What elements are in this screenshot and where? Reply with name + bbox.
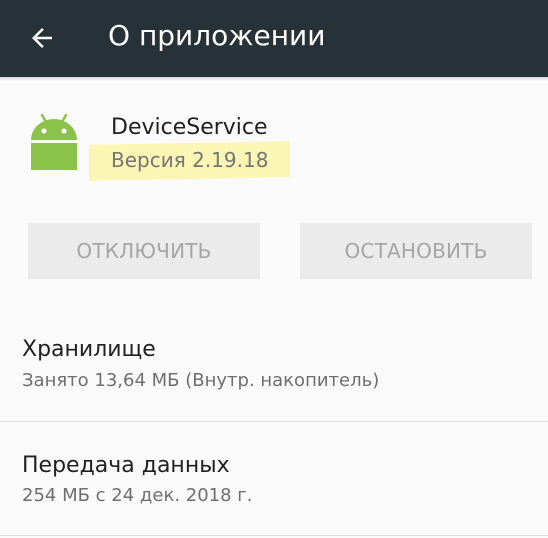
app-version: Версия 2.19.18 [111,148,269,172]
app-bar: О приложении [0,0,548,77]
storage-summary: Занято 13,64 МБ (Внутр. накопитель) [22,370,380,391]
disable-button[interactable]: ОТКЛЮЧИТЬ [28,223,260,279]
app-bar-shadow [0,77,548,81]
storage-title[interactable]: Хранилище [22,336,156,364]
data-usage-title[interactable]: Передача данных [22,452,230,480]
back-button[interactable] [18,14,66,62]
force-stop-button[interactable]: ОСТАНОВИТЬ [300,223,532,279]
arrow-back-icon [32,28,52,48]
app-name: DeviceService [111,115,268,140]
row-divider [0,421,548,422]
page-title: О приложении [108,19,326,52]
row-divider [0,535,548,536]
data-usage-summary: 254 МБ с 24 дек. 2018 г. [22,485,253,506]
android-icon [31,113,77,170]
